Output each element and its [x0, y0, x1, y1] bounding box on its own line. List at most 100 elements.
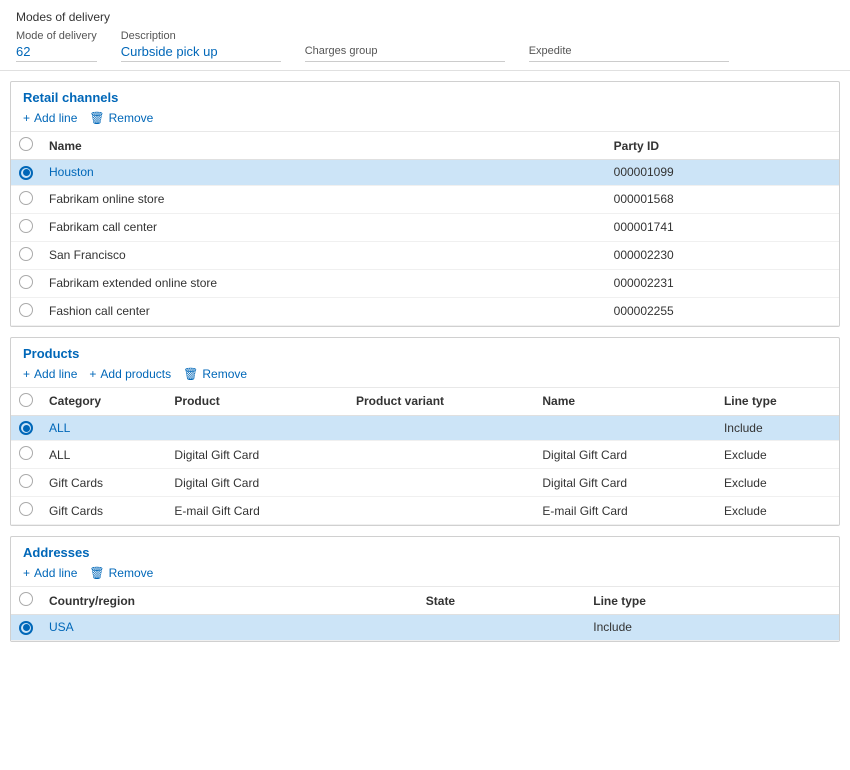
products-header-checkbox[interactable] — [19, 393, 33, 407]
modes-of-delivery-label: Modes of delivery — [16, 10, 834, 24]
radio-circle[interactable] — [19, 247, 33, 261]
trash-icon: 🗑 — [89, 111, 104, 125]
row-name: Fashion call center — [41, 297, 606, 325]
row-name: San Francisco — [41, 241, 606, 269]
products-table: Category Product Product variant Name Li… — [11, 388, 839, 526]
retail-col-check — [11, 132, 41, 160]
modes-of-delivery-section: Modes of delivery Mode of delivery 62 De… — [0, 0, 850, 71]
row-radio[interactable] — [11, 213, 41, 241]
products-col-name: Name — [534, 388, 716, 416]
description-value[interactable]: Curbside pick up — [121, 44, 281, 62]
charges-group-value[interactable] — [305, 59, 505, 62]
addresses-col-country: Country/region — [41, 587, 418, 615]
retail-header-checkbox[interactable] — [19, 137, 33, 151]
row-variant — [348, 497, 534, 525]
addresses-col-check — [11, 587, 41, 615]
row-name — [534, 415, 716, 441]
row-radio[interactable] — [11, 415, 41, 441]
charges-group-label: Charges group — [305, 45, 505, 57]
radio-circle[interactable] — [19, 191, 33, 205]
expedite-field-group: Expedite — [529, 45, 729, 62]
table-row[interactable]: Gift Cards Digital Gift Card Digital Gif… — [11, 469, 839, 497]
add-products-button[interactable]: + Add products — [89, 367, 171, 381]
products-toolbar: + Add line + Add products 🗑 Remove — [23, 367, 827, 381]
row-radio[interactable] — [11, 497, 41, 525]
products-add-line-button[interactable]: + Add line — [23, 367, 77, 381]
row-name: Fabrikam call center — [41, 213, 606, 241]
products-remove-button[interactable]: 🗑 Remove — [183, 367, 247, 381]
trash-icon-addresses: 🗑 — [89, 566, 104, 580]
row-radio[interactable] — [11, 269, 41, 297]
row-variant — [348, 469, 534, 497]
table-row[interactable]: Fashion call center 000002255 — [11, 297, 839, 325]
table-row[interactable]: Fabrikam online store 000001568 — [11, 185, 839, 213]
charges-group-field-group: Charges group — [305, 45, 505, 62]
row-name: Fabrikam extended online store — [41, 269, 606, 297]
products-col-variant: Product variant — [348, 388, 534, 416]
row-line-type: Include — [716, 415, 839, 441]
table-row[interactable]: Gift Cards E-mail Gift Card E-mail Gift … — [11, 497, 839, 525]
row-radio[interactable] — [11, 469, 41, 497]
row-variant — [348, 415, 534, 441]
row-radio[interactable] — [11, 297, 41, 325]
plus-icon-products: + — [23, 367, 30, 381]
row-party-id: 000002255 — [606, 297, 839, 325]
retail-channels-toolbar: + Add line 🗑 Remove — [23, 111, 827, 125]
retail-col-name: Name — [41, 132, 606, 160]
retail-channels-title: Retail channels — [23, 90, 827, 105]
radio-circle[interactable] — [19, 303, 33, 317]
radio-circle[interactable] — [19, 474, 33, 488]
row-radio[interactable] — [11, 160, 41, 186]
row-radio[interactable] — [11, 185, 41, 213]
row-product — [166, 415, 348, 441]
addresses-table: Country/region State Line type USA Inclu… — [11, 587, 839, 641]
addresses-add-line-button[interactable]: + Add line — [23, 566, 77, 580]
table-row[interactable]: Houston 000001099 — [11, 160, 839, 186]
row-product: Digital Gift Card — [166, 469, 348, 497]
addresses-section: Addresses + Add line 🗑 Remove Country/re… — [10, 536, 840, 642]
addresses-header-checkbox[interactable] — [19, 592, 33, 606]
radio-circle[interactable] — [19, 446, 33, 460]
table-row[interactable]: Fabrikam call center 000001741 — [11, 213, 839, 241]
addresses-col-linetype: Line type — [585, 587, 839, 615]
expedite-value[interactable] — [529, 59, 729, 62]
row-name: E-mail Gift Card — [534, 497, 716, 525]
table-row[interactable]: Fabrikam extended online store 000002231 — [11, 269, 839, 297]
radio-circle[interactable] — [19, 219, 33, 233]
table-row[interactable]: ALL Digital Gift Card Digital Gift Card … — [11, 441, 839, 469]
products-col-category: Category — [41, 388, 166, 416]
addresses-remove-button[interactable]: 🗑 Remove — [89, 566, 153, 580]
row-line-type: Exclude — [716, 441, 839, 469]
row-category: Gift Cards — [41, 497, 166, 525]
table-row[interactable]: ALL Include — [11, 415, 839, 441]
row-name: Houston — [41, 160, 606, 186]
products-title: Products — [23, 346, 827, 361]
row-radio[interactable] — [11, 241, 41, 269]
radio-circle[interactable] — [19, 275, 33, 289]
addresses-title: Addresses — [23, 545, 827, 560]
expedite-label: Expedite — [529, 45, 729, 57]
retail-remove-button[interactable]: 🗑 Remove — [89, 111, 153, 125]
products-col-linetype: Line type — [716, 388, 839, 416]
radio-circle[interactable] — [19, 421, 33, 435]
row-party-id: 000001741 — [606, 213, 839, 241]
radio-circle[interactable] — [19, 166, 33, 180]
row-variant — [348, 441, 534, 469]
row-category: Gift Cards — [41, 469, 166, 497]
row-product: Digital Gift Card — [166, 441, 348, 469]
addresses-col-state: State — [418, 587, 585, 615]
row-radio[interactable] — [11, 441, 41, 469]
retail-add-line-button[interactable]: + Add line — [23, 111, 77, 125]
description-field-group: Description Curbside pick up — [121, 30, 281, 62]
radio-circle[interactable] — [19, 502, 33, 516]
plus-icon-add-products: + — [89, 367, 96, 381]
retail-col-partyid: Party ID — [606, 132, 839, 160]
mode-value[interactable]: 62 — [16, 44, 97, 62]
table-row[interactable]: San Francisco 000002230 — [11, 241, 839, 269]
addresses-header: Addresses + Add line 🗑 Remove — [11, 537, 839, 587]
trash-icon-products: 🗑 — [183, 367, 198, 381]
row-radio[interactable] — [11, 615, 41, 641]
row-name: Digital Gift Card — [534, 469, 716, 497]
radio-circle[interactable] — [19, 621, 33, 635]
table-row[interactable]: USA Include — [11, 615, 839, 641]
